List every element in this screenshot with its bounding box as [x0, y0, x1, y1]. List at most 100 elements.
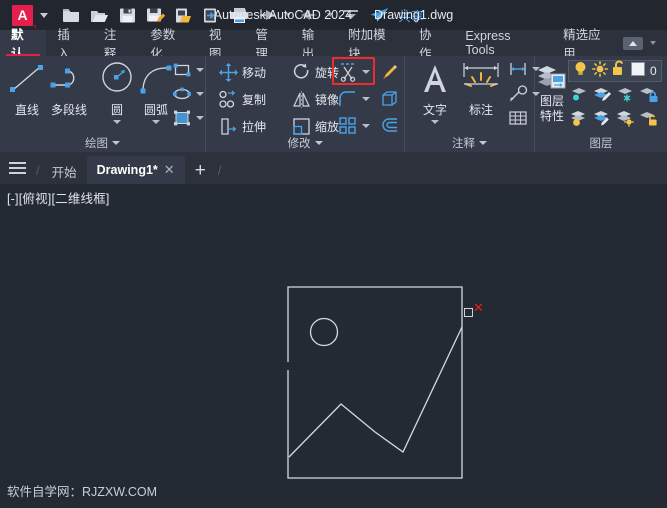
modify-offset-button[interactable] — [380, 116, 400, 136]
layer-freeze-icon[interactable] — [616, 86, 635, 108]
modify-stretch-button[interactable]: 拉伸 — [218, 116, 266, 136]
layer-edit-icon[interactable] — [593, 86, 612, 108]
stretch-icon — [218, 116, 238, 136]
modify-array-button[interactable] — [338, 116, 370, 136]
undo-dropdown-icon[interactable] — [285, 13, 291, 17]
tab-default[interactable]: 默认 — [0, 28, 47, 61]
draw-line-button[interactable]: 直线 — [3, 58, 51, 118]
share-label[interactable]: 共享 — [398, 6, 424, 25]
tab-annotate[interactable]: 注释 — [93, 28, 139, 61]
tab-featured-apps[interactable]: 精选应用 — [552, 28, 623, 61]
ribbon-tab-bar: 默认 插入 注释 参数化 视图 管理 输出 附加模块 协作 Express To… — [0, 28, 667, 61]
tab-separator: / — [36, 163, 40, 178]
annotation-dimension-label: 标注 — [468, 103, 493, 117]
panel-annotation-expand-icon[interactable] — [479, 141, 487, 145]
tab-parametric[interactable]: 参数化 — [139, 28, 198, 61]
panel-layer-title: 图层 — [589, 138, 613, 150]
tab-insert[interactable]: 插入 — [46, 28, 92, 61]
modify-mirror-button[interactable]: 镜像 — [291, 89, 339, 109]
panel-draw-expand-icon[interactable] — [112, 141, 120, 145]
unlock-icon[interactable] — [612, 60, 626, 82]
layer-tools-grid — [568, 85, 660, 133]
draw-rectangle-button[interactable] — [172, 60, 204, 80]
tab-express-tools[interactable]: Express Tools — [454, 29, 552, 57]
new-tab-button[interactable]: + — [185, 161, 216, 184]
draw-circle-dropdown-icon[interactable] — [113, 120, 121, 124]
color-swatch-icon[interactable] — [630, 61, 646, 82]
annotation-dimension-button[interactable]: 标注 — [455, 58, 507, 118]
layer-match-icon[interactable] — [593, 110, 612, 132]
hamburger-menu-icon[interactable] — [0, 152, 34, 184]
layer-lock-icon[interactable] — [639, 86, 658, 108]
modify-stretch-label: 拉伸 — [242, 119, 267, 134]
autocad-logo-icon[interactable]: A — [12, 4, 36, 29]
fillet-icon — [338, 89, 358, 109]
modify-trim-dropdown-icon[interactable] — [362, 70, 370, 74]
pickbox-cursor[interactable] — [464, 308, 473, 317]
ribbon-minimize-icon[interactable] — [623, 36, 643, 50]
tab-collaborate[interactable]: 协作 — [408, 28, 454, 61]
draw-arc-dropdown-icon[interactable] — [152, 120, 160, 124]
draw-hatch-dropdown-icon[interactable] — [196, 116, 204, 120]
modify-match-properties-button[interactable] — [380, 62, 400, 82]
layer-properties-label-1: 图层 — [539, 94, 564, 108]
sun-icon[interactable] — [592, 60, 608, 82]
modify-scale-button[interactable]: 缩放 — [291, 116, 339, 136]
layer-state-toolbar[interactable]: 0 — [568, 60, 662, 82]
layer-properties-button[interactable]: 图层 特性 — [535, 60, 569, 124]
file-tab-drawing1[interactable]: Drawing1* ✕ — [86, 156, 185, 184]
modify-fillet-dropdown-icon[interactable] — [362, 97, 370, 101]
ribbon-minimize-dropdown-icon[interactable] — [650, 41, 656, 45]
modify-explode-button[interactable] — [380, 89, 400, 109]
modify-move-button[interactable]: 移动 — [218, 62, 266, 82]
tab-addins[interactable]: 附加模块 — [337, 28, 408, 61]
layer-off-icon[interactable] — [570, 110, 589, 132]
table-icon — [508, 108, 528, 128]
panel-layer: 图层 特性 0 图层 — [535, 56, 667, 152]
line-icon — [7, 58, 47, 100]
draw-hatch-button[interactable] — [172, 108, 204, 128]
panel-annotation: 文字 标注 注释 — [405, 56, 540, 152]
draw-polyline-button[interactable]: 多段线 — [45, 58, 93, 118]
panel-annotation-label[interactable]: 注释 — [405, 134, 534, 152]
polyline-icon — [47, 58, 91, 100]
tab-manage[interactable]: 管理 — [244, 28, 290, 61]
panel-draw-label[interactable]: 绘图 — [0, 134, 205, 152]
modify-copy-button[interactable]: 复制 — [218, 89, 266, 109]
layer-unlock-icon[interactable] — [639, 110, 658, 132]
draw-arc-label: 圆弧 — [143, 103, 168, 117]
modify-move-label: 移动 — [242, 65, 267, 80]
lightbulb-icon[interactable] — [573, 61, 588, 82]
draw-ellipse-button[interactable] — [172, 84, 204, 104]
panel-draw-title: 绘图 — [85, 138, 108, 150]
quick-access-caret-icon[interactable] — [40, 12, 48, 18]
modify-array-dropdown-icon[interactable] — [362, 124, 370, 128]
layer-thaw-icon[interactable] — [616, 110, 635, 132]
annotation-text-dropdown-icon[interactable] — [431, 120, 439, 124]
tab-output[interactable]: 输出 — [291, 28, 337, 61]
draw-ellipse-dropdown-icon[interactable] — [196, 92, 204, 96]
tab-label: Express Tools — [465, 29, 511, 57]
modify-scale-label: 缩放 — [315, 119, 340, 134]
tab-view[interactable]: 视图 — [198, 28, 244, 61]
layer-properties-icon — [535, 60, 569, 94]
panel-modify: 移动 旋转 复制 镜像 拉伸 缩放 修改 — [206, 56, 405, 152]
modify-rotate-button[interactable]: 旋转 — [291, 62, 339, 82]
panel-modify-label[interactable]: 修改 — [206, 134, 404, 152]
drawing-canvas[interactable]: [-][俯视][二维线框] 软件自学网：RJZXW.COM ✕ — [0, 184, 667, 508]
panel-annotation-title: 注释 — [452, 138, 475, 150]
layer-properties-label-2: 特性 — [539, 109, 564, 123]
redo-dropdown-icon[interactable] — [327, 13, 333, 17]
layer-isolate-icon[interactable] — [570, 86, 589, 108]
panel-layer-label[interactable]: 图层 — [535, 134, 667, 152]
current-layer-name[interactable]: 0 — [650, 64, 657, 78]
file-tab-start[interactable]: 开始 — [42, 158, 87, 184]
annotation-table-button[interactable] — [508, 108, 528, 128]
draw-rectangle-dropdown-icon[interactable] — [196, 68, 204, 72]
panel-modify-expand-icon[interactable] — [314, 141, 323, 145]
modify-fillet-button[interactable] — [338, 89, 370, 109]
close-icon[interactable]: ✕ — [164, 162, 175, 178]
annotation-text-button[interactable]: 文字 — [411, 58, 459, 124]
scale-icon — [291, 116, 311, 136]
modify-trim-button[interactable] — [338, 62, 370, 82]
